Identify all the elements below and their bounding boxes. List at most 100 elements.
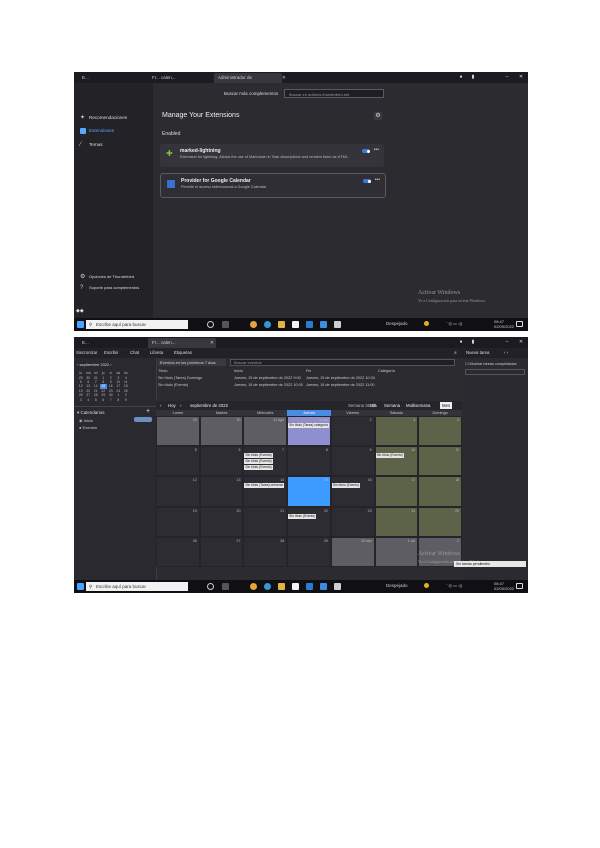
day-cell[interactable]: 16	[330, 476, 375, 507]
cortana-icon[interactable]	[207, 321, 214, 328]
day-cell[interactable]: 2	[330, 416, 375, 447]
column-end[interactable]: Fin	[306, 368, 311, 374]
prev-icon[interactable]: ‹	[158, 402, 163, 409]
today-button[interactable]: Hoy	[166, 402, 178, 409]
calendar-check-icon[interactable]: ◉	[79, 418, 83, 423]
settings-gear-icon[interactable]: ⚙	[374, 112, 382, 120]
day-cell[interactable]: 27	[199, 536, 244, 567]
task-view-icon[interactable]	[222, 321, 229, 328]
day-cell[interactable]: 22	[287, 506, 331, 537]
tab-calendar[interactable]: Fr... calen...	[148, 73, 180, 83]
cortana-icon[interactable]	[207, 583, 214, 590]
tray-icons[interactable]: ˆ ◎ ▭ ◁)	[446, 321, 462, 327]
close-tab-icon[interactable]: ✕	[278, 73, 290, 83]
thunderbird-icon[interactable]	[320, 321, 327, 328]
day-cell[interactable]: 8	[287, 446, 331, 477]
day-cell[interactable]: 14	[243, 476, 288, 507]
edge-icon[interactable]	[264, 321, 271, 328]
calendar-event[interactable]: Sin título (Evento)	[375, 453, 404, 459]
edge-icon[interactable]	[264, 583, 271, 590]
more-options-icon[interactable]: •••	[375, 177, 380, 183]
windows-start-icon[interactable]	[77, 321, 84, 328]
next-month-icon[interactable]: ›	[109, 362, 111, 367]
extension-enabled-toggle[interactable]	[363, 179, 371, 183]
day-cell[interactable]: 1 sep	[287, 416, 331, 447]
day-cell[interactable]: 29	[287, 536, 331, 567]
day-cell[interactable]: 25	[418, 506, 462, 537]
notifications-icon[interactable]	[516, 321, 523, 327]
calendar-event[interactable]: Sin título (Evento)	[331, 483, 361, 489]
tray-icons[interactable]: ˆ ◎ ▭ ◁)	[446, 583, 462, 589]
menu-icon[interactable]: ▮	[468, 73, 478, 82]
taskbar-search-input[interactable]: ⚲ Escribe aquí para buscar	[86, 582, 188, 591]
calendar-event[interactable]: Sin título (Tarea) ontoerar	[244, 483, 284, 489]
day-cell[interactable]: 26	[156, 536, 200, 567]
windows-start-icon[interactable]	[77, 583, 84, 590]
calendar-event[interactable]: Sin título (Evento)	[244, 459, 273, 465]
day-cell[interactable]: 6	[199, 446, 244, 477]
addressbook-button[interactable]: Libreta	[150, 349, 163, 357]
column-start[interactable]: Inicio	[234, 368, 243, 374]
account-icon[interactable]: ●	[456, 338, 466, 347]
calendar-item-home[interactable]: ◉ Inicio	[79, 418, 93, 423]
store-icon[interactable]	[292, 583, 299, 590]
sidebar-item-support[interactable]: ? Soporte para complementos	[80, 284, 139, 292]
sync-button[interactable]: Sincronizar	[76, 349, 98, 357]
day-cell[interactable]: 23	[330, 506, 375, 537]
sidebar-item-extensions[interactable]: Extensiones	[80, 127, 114, 135]
day-cell[interactable]: 20	[199, 506, 244, 537]
chrome-icon[interactable]	[250, 583, 257, 590]
calendar-check-icon[interactable]: ●	[79, 425, 81, 430]
chrome-icon[interactable]	[250, 321, 257, 328]
column-category[interactable]: Categoría	[378, 368, 395, 374]
tags-button[interactable]: Etiquetas	[174, 349, 192, 357]
column-title[interactable]: Título	[158, 368, 168, 374]
day-cell[interactable]: 12	[156, 476, 200, 507]
addons-search-input[interactable]: Buscar en addons.thunderbird.net	[284, 89, 384, 98]
tab-mail[interactable]: E...	[78, 73, 93, 83]
day-cell[interactable]: 18	[418, 476, 462, 507]
day-cell[interactable]: 1 oct	[374, 536, 419, 567]
weather-widget[interactable]: Despejado	[386, 583, 408, 589]
day-cell[interactable]: 21	[243, 506, 288, 537]
sidebar-item-recommendations[interactable]: ✦ Recomendaciones	[80, 114, 127, 122]
notifications-icon[interactable]	[516, 583, 523, 589]
day-cell[interactable]: 30	[199, 416, 244, 447]
day-cell[interactable]: 29	[156, 416, 200, 447]
explorer-icon[interactable]	[278, 321, 285, 328]
day-cell[interactable]: 4	[418, 416, 462, 447]
day-cell[interactable]: 3	[374, 416, 419, 447]
close-window-icon[interactable]: ✕	[516, 338, 526, 347]
account-icon[interactable]: ●	[456, 73, 466, 82]
new-task-label[interactable]: Nueva tarea	[466, 349, 489, 357]
calendar-event[interactable]: Sin título (Evento)	[244, 465, 273, 471]
day-cell[interactable]: 31 ago	[243, 416, 288, 447]
app-icon[interactable]	[334, 321, 341, 328]
write-button[interactable]: Escribir	[104, 349, 118, 357]
taskbar-search-input[interactable]: ⚲ Escribe aquí para buscar	[86, 320, 188, 329]
view-week[interactable]: Semana	[382, 402, 402, 409]
add-calendar-button[interactable]: +	[146, 408, 150, 415]
next-icon[interactable]: ›	[178, 402, 183, 409]
mini-day[interactable]: 4	[85, 397, 93, 402]
extension-enabled-toggle[interactable]	[362, 149, 370, 153]
event-filter-select[interactable]: Eventos en los próximos 7 días	[158, 359, 226, 366]
event-search-input[interactable]: Buscar eventos	[230, 359, 455, 366]
hamburger-menu-icon[interactable]: ≡	[454, 349, 457, 357]
day-cell[interactable]: 19	[156, 506, 200, 537]
mini-day[interactable]: 3	[77, 397, 85, 402]
show-completed-checkbox[interactable]: ☐ Mostrar tareas completadas	[465, 361, 517, 366]
calendar-event[interactable]: Sin título (Evento)	[244, 453, 273, 459]
mini-day[interactable]: 6	[100, 397, 108, 402]
tab-mail[interactable]: E...	[78, 338, 93, 348]
mini-day[interactable]: 7	[107, 397, 115, 402]
thunderbird-icon[interactable]	[320, 583, 327, 590]
explorer-icon[interactable]	[278, 583, 285, 590]
task-filter-input[interactable]	[465, 369, 525, 375]
tab-addons[interactable]: Administrador de complementos	[214, 73, 282, 83]
calendar-item-events[interactable]: ● Eventos	[79, 425, 97, 430]
view-month[interactable]: Mes	[440, 402, 453, 409]
day-cell[interactable]: 30 sep	[330, 536, 375, 567]
clock[interactable]: 08:47 02/09/2022	[494, 319, 514, 329]
calendar-event[interactable]: Sin título (Tarea) categoria	[288, 423, 329, 428]
